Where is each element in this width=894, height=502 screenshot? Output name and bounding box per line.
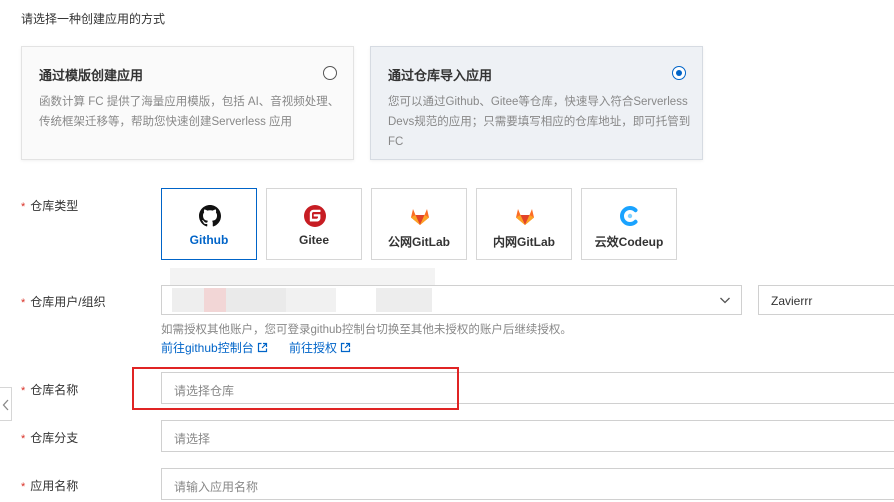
method-card-repository[interactable]: 通过仓库导入应用 您可以通过Github、Gitee等仓库，快速导入符合Serv… [370, 46, 703, 160]
repo-type-label: * 仓库类型 [21, 199, 79, 213]
method-card-description: 函数计算 FC 提供了海量应用模版，包括 AI、音视频处理、传统框架迁移等，帮助… [39, 96, 340, 128]
required-mark: * [21, 433, 26, 445]
github-console-link[interactable]: 前往github控制台 [161, 339, 268, 356]
required-mark: * [21, 201, 26, 213]
repo-type-name: Gitee [298, 233, 329, 247]
method-card-template[interactable]: 通过模版创建应用 函数计算 FC 提供了海量应用模版，包括 AI、音视频处理、传… [21, 46, 354, 160]
redacted-block [376, 288, 432, 312]
repo-type-github[interactable]: Github [161, 188, 257, 260]
required-mark: * [21, 481, 26, 493]
owner-value-field[interactable]: Zavierrr [758, 285, 894, 315]
chevron-left-icon [2, 399, 9, 411]
repository-radio[interactable] [672, 66, 686, 80]
repo-type-name: 内网GitLab [493, 235, 555, 249]
app-name-input[interactable]: 请输入应用名称 [161, 468, 894, 500]
redacted-block [172, 288, 204, 312]
required-mark: * [21, 385, 26, 397]
gitee-icon [304, 205, 326, 227]
repo-type-name: 云效Codeup [594, 235, 664, 249]
external-link-icon [257, 342, 267, 353]
repo-type-gitee[interactable]: Gitee [266, 188, 362, 260]
template-radio[interactable] [323, 66, 337, 80]
authorize-hint: 如需授权其他账户，您可登录github控制台切换至其他未授权的账户后继续授权。 [161, 324, 572, 336]
repo-type-public-gitlab[interactable]: 公网GitLab [371, 188, 467, 260]
redacted-block [204, 288, 226, 312]
branch-select[interactable]: 请选择 [161, 420, 894, 452]
app-name-label: * 应用名称 [21, 479, 79, 493]
repo-name-label: * 仓库名称 [21, 383, 79, 397]
repo-type-name: 公网GitLab [388, 235, 450, 249]
section-title: 请选择一种创建应用的方式 [21, 12, 166, 26]
redacted-block [226, 288, 286, 312]
method-card-title: 通过仓库导入应用 [388, 68, 493, 83]
repo-type-codeup[interactable]: 云效Codeup [581, 188, 677, 260]
redacted-block [286, 288, 336, 312]
highlight-box [132, 367, 459, 410]
owner-label: * 仓库用户/组织 [21, 295, 106, 309]
github-icon [199, 205, 221, 227]
repo-type-private-gitlab[interactable]: 内网GitLab [476, 188, 572, 260]
owner-select[interactable] [161, 285, 742, 315]
repo-type-name: Github [189, 233, 229, 247]
authorize-link[interactable]: 前往授权 [289, 339, 351, 356]
required-mark: * [21, 297, 26, 309]
codeup-icon [620, 206, 638, 226]
method-card-description: 您可以通过Github、Gitee等仓库，快速导入符合Serverless De… [388, 96, 691, 148]
branch-label: * 仓库分支 [21, 431, 79, 445]
external-link-icon [340, 342, 351, 353]
side-collapse-tab[interactable] [0, 387, 12, 421]
gitlab-icon [411, 209, 429, 225]
method-card-title: 通过模版创建应用 [39, 68, 144, 83]
chevron-down-icon[interactable] [719, 294, 731, 306]
gitlab-icon [516, 209, 534, 225]
